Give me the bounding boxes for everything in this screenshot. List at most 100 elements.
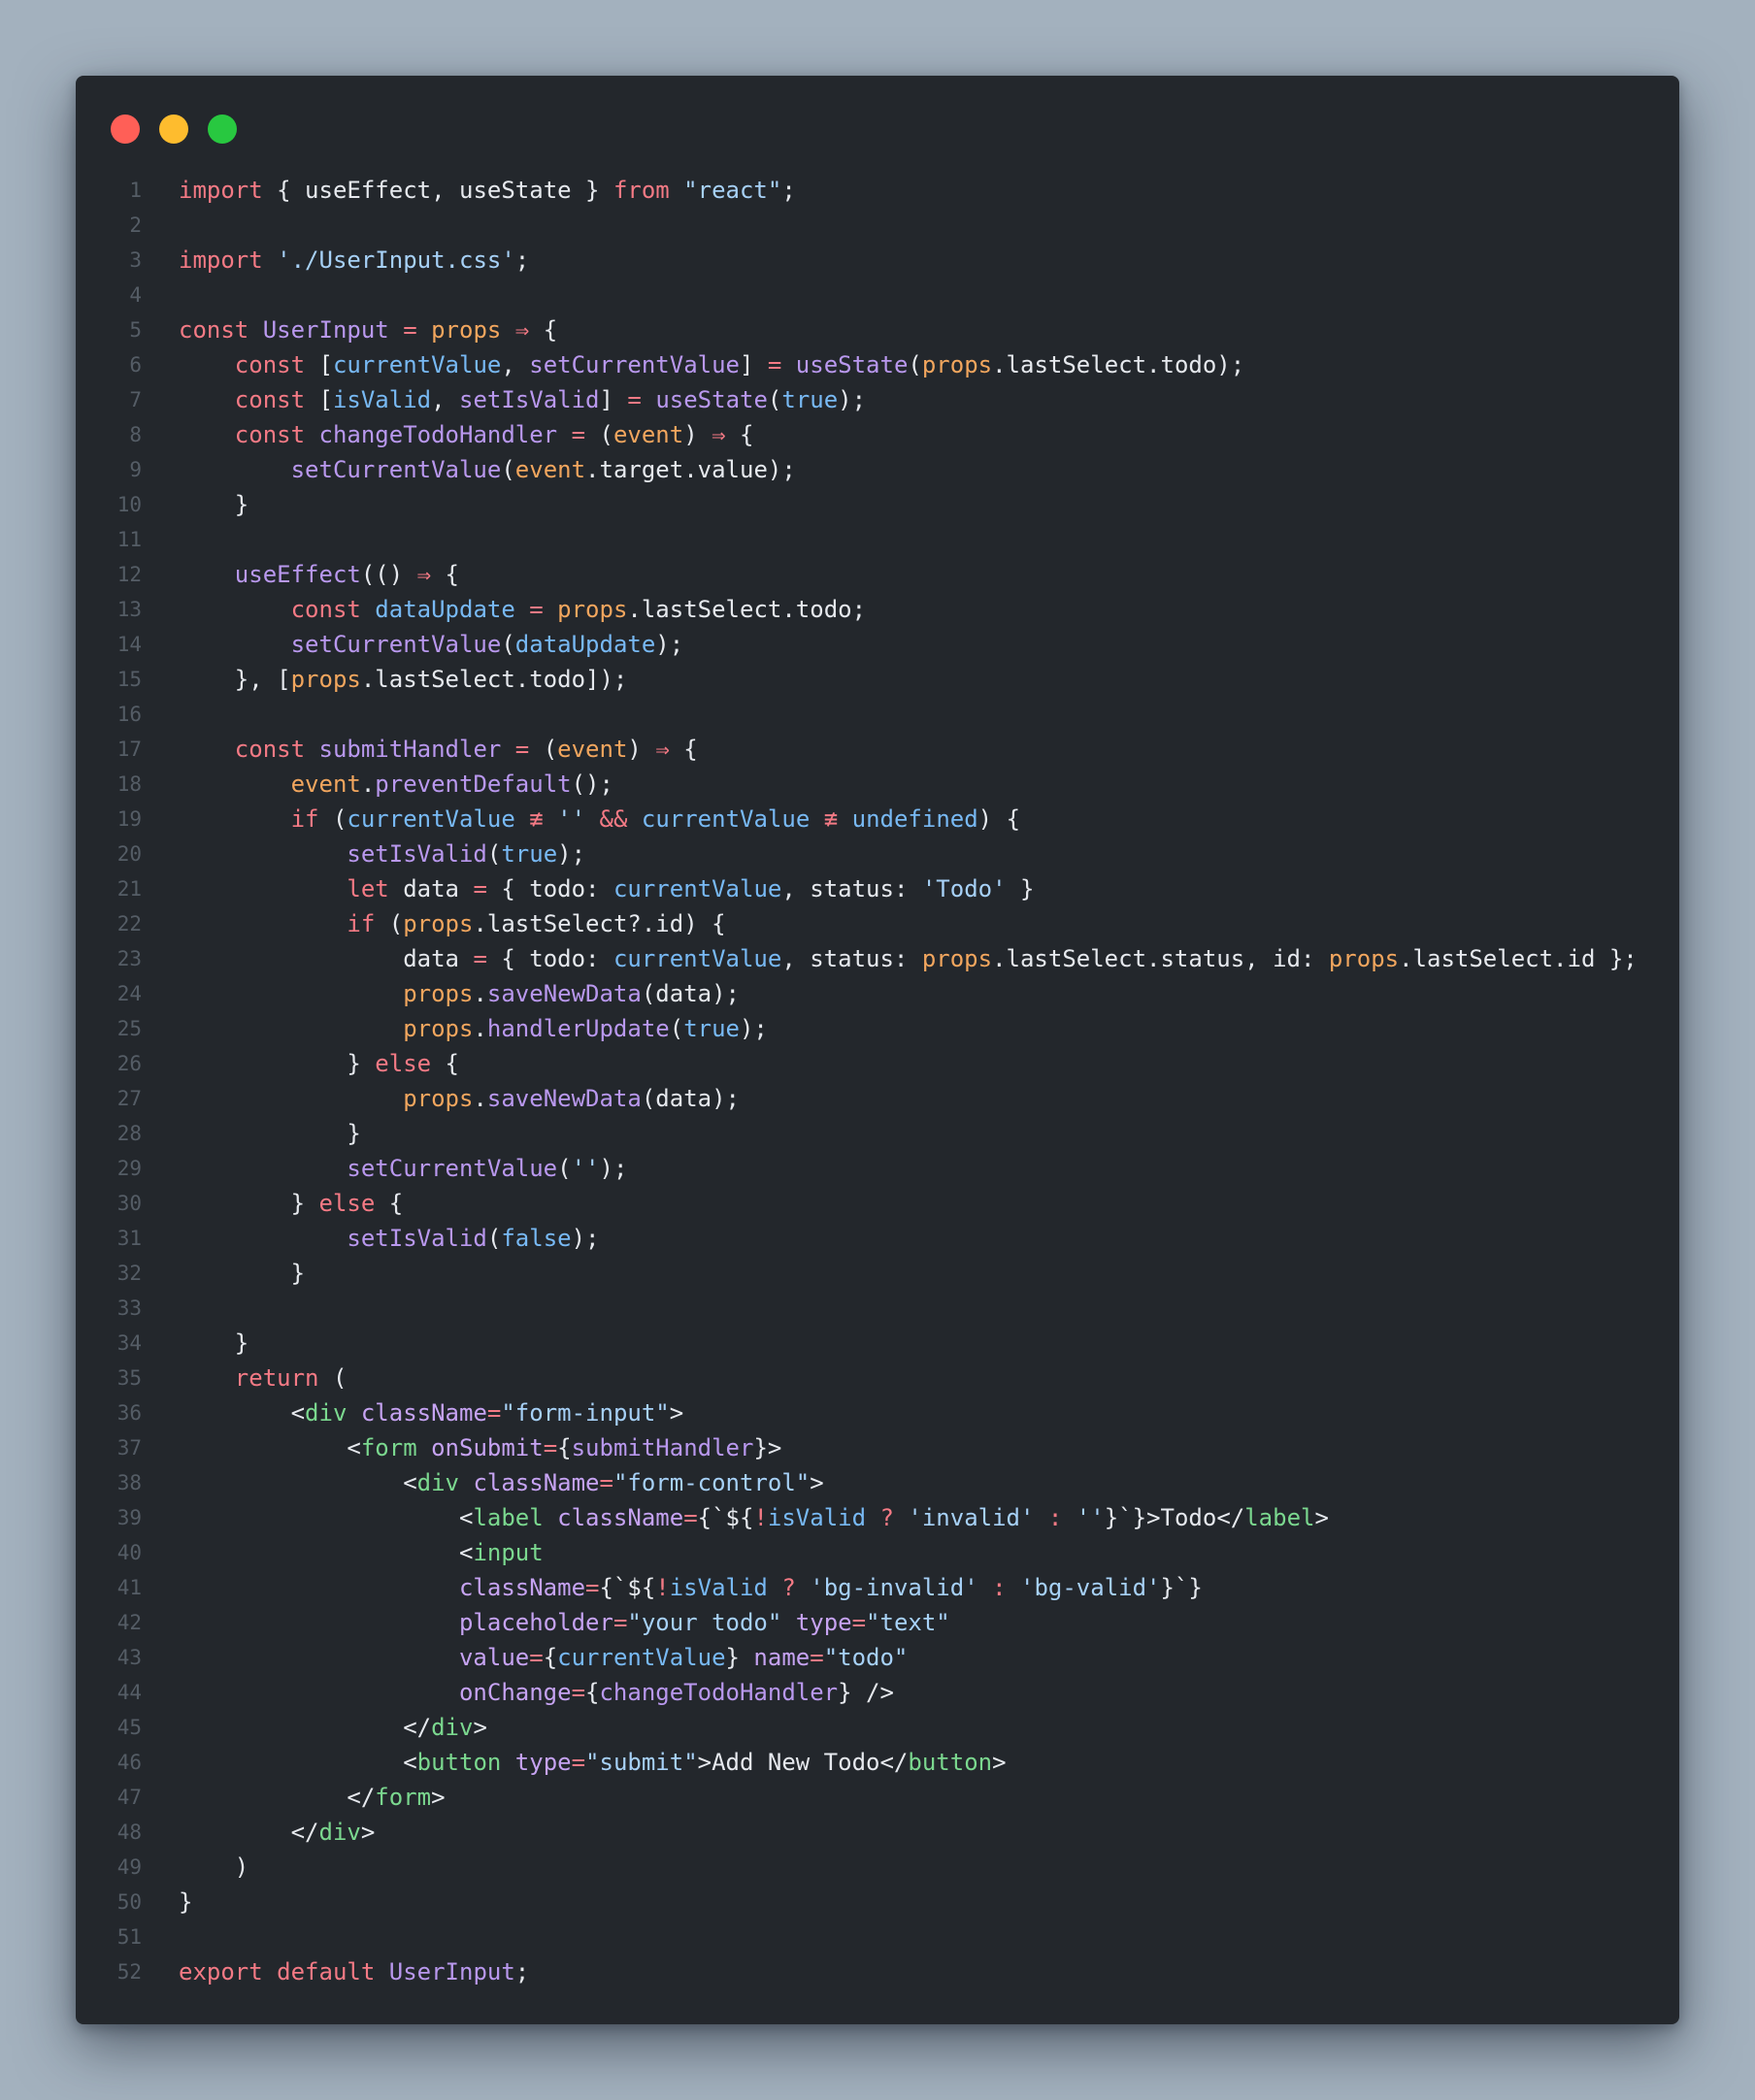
code-token: 'Todo' [921,875,1007,902]
code-token: ); [599,1155,628,1182]
code-token: default [262,1958,376,1985]
code-line: 25 props.handlerUpdate(true); [76,1011,1679,1046]
code-token: import [179,177,263,204]
code-token: "react" [669,177,782,204]
code-line: 13 const dataUpdate = props.lastSelect.t… [76,592,1679,627]
close-button[interactable] [111,115,140,144]
code-token: name [739,1644,811,1671]
code-line: 23 data = { todo: currentValue, status: … [76,941,1679,976]
code-text: setCurrentValue(dataUpdate); [142,627,1679,662]
code-token: props [403,980,474,1007]
code-token: } /> [838,1679,894,1706]
code-token: currentValue [332,351,502,378]
code-token: } [725,1644,740,1671]
code-text: return ( [142,1361,1679,1395]
line-number: 32 [116,1262,142,1285]
code-token: type [501,1749,572,1776]
code-token: type [781,1609,852,1636]
minimize-button[interactable] [159,115,188,144]
line-number: 26 [116,1052,142,1075]
code-token: < [179,1539,474,1566]
code-token: ⇒ [501,316,530,344]
code-text: if (currentValue ≢ '' && currentValue ≢ … [142,802,1679,837]
code-token: { [725,421,754,448]
code-token: ); [838,386,867,413]
line-number: 46 [116,1751,142,1774]
code-token: = [767,351,782,378]
code-line: 35 return ( [76,1361,1679,1395]
code-token: event [613,421,684,448]
code-text: </div> [142,1815,1679,1850]
code-text: useEffect(() ⇒ { [142,557,1679,592]
code-token: }`}>Todo</ [1104,1504,1245,1531]
code-text: setIsValid(false); [142,1221,1679,1256]
code-text: </form> [142,1780,1679,1815]
maximize-button[interactable] [208,115,237,144]
code-line: 4 [76,278,1679,312]
line-number: 16 [116,703,142,726]
code-line: 19 if (currentValue ≢ '' && currentValue… [76,802,1679,837]
code-token: = [613,1609,628,1636]
code-text: } [142,1885,1679,1920]
code-token: const [234,421,306,448]
line-number: 49 [116,1855,142,1879]
line-number: 50 [116,1890,142,1914]
code-editor[interactable]: 1 import { useEffect, useState } from "re… [76,173,1679,1989]
code-token: </ [179,1714,432,1741]
line-number: 2 [129,213,142,237]
code-line: 8 const changeTodoHandler = (event) ⇒ { [76,417,1679,452]
code-token: ); [655,631,684,658]
code-line: 32 } [76,1256,1679,1291]
code-text: export default UserInput; [142,1954,1679,1989]
code-text: }, [props.lastSelect.todo]); [142,662,1679,697]
code-line: 41 className={`${!isValid ? 'bg-invalid'… [76,1570,1679,1605]
code-line: 46 <button type="submit">Add New Todo</b… [76,1745,1679,1780]
code-token: event [557,736,628,763]
line-number: 33 [116,1296,142,1320]
code-token: '' [543,805,586,833]
code-text: setCurrentValue(event.target.value); [142,452,1679,487]
code-line: 15 }, [props.lastSelect.todo]); [76,662,1679,697]
code-line: 45 </div> [76,1710,1679,1745]
code-text: } [142,487,1679,522]
line-number: 30 [116,1192,142,1215]
code-token: false [501,1225,572,1252]
code-token: : [977,1574,1007,1601]
code-line: 34 } [76,1326,1679,1361]
code-token: true [683,1015,740,1042]
line-number: 24 [116,982,142,1005]
line-number: 11 [116,528,142,551]
code-token: < [179,1749,417,1776]
code-token: ( [486,1225,502,1252]
code-token: }, [ [179,666,291,693]
code-line: 43 value={currentValue} name="todo" [76,1640,1679,1675]
code-token: ); [739,1015,768,1042]
line-number: 8 [129,423,142,446]
code-token: ? [866,1504,894,1531]
line-number: 1 [129,179,142,202]
code-token: ( [767,386,782,413]
code-token: useState [641,386,768,413]
line-number: 5 [129,318,142,342]
code-token: : [1034,1504,1063,1531]
code-token: '' [1062,1504,1105,1531]
code-token: isValid [767,1504,867,1531]
code-token: './UserInput.css' [262,246,515,274]
code-token: > [1314,1504,1329,1531]
code-text: ) [142,1850,1679,1885]
code-token: ( [318,1364,348,1392]
code-line: 10 } [76,487,1679,522]
code-token: event [514,456,586,483]
code-token: = [514,596,544,623]
line-number: 7 [129,388,142,411]
line-number: 40 [116,1541,142,1564]
code-token: event [290,771,361,798]
code-token: ] [599,386,628,413]
code-line: 28 } [76,1116,1679,1151]
code-token: UserInput [248,316,389,344]
code-line: 3 import './UserInput.css'; [76,243,1679,278]
